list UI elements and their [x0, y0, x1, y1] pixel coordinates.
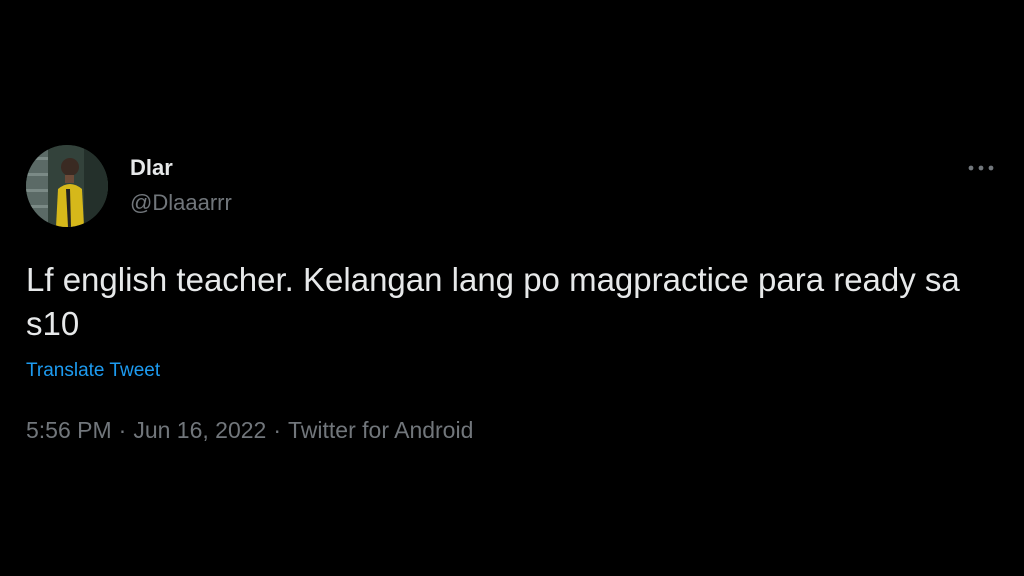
more-options-button[interactable]: [966, 157, 996, 179]
separator: ·: [118, 417, 127, 443]
tweet-date[interactable]: Jun 16, 2022: [133, 417, 266, 443]
avatar-photo: [26, 145, 108, 227]
more-horizontal-icon: [968, 165, 994, 171]
tweet-text: Lf english teacher. Kelangan lang po mag…: [26, 261, 960, 342]
translate-tweet-link[interactable]: Translate Tweet: [26, 360, 160, 382]
tweet-source[interactable]: Twitter for Android: [288, 417, 473, 443]
display-name[interactable]: Dlar: [130, 155, 173, 181]
separator: ·: [273, 417, 282, 443]
tweet-metadata: 5:56 PM · Jun 16, 2022 · Twitter for Android: [26, 417, 473, 444]
avatar[interactable]: [26, 145, 108, 227]
user-handle[interactable]: @Dlaaarrr: [130, 190, 232, 216]
tweet-time[interactable]: 5:56 PM: [26, 417, 112, 443]
